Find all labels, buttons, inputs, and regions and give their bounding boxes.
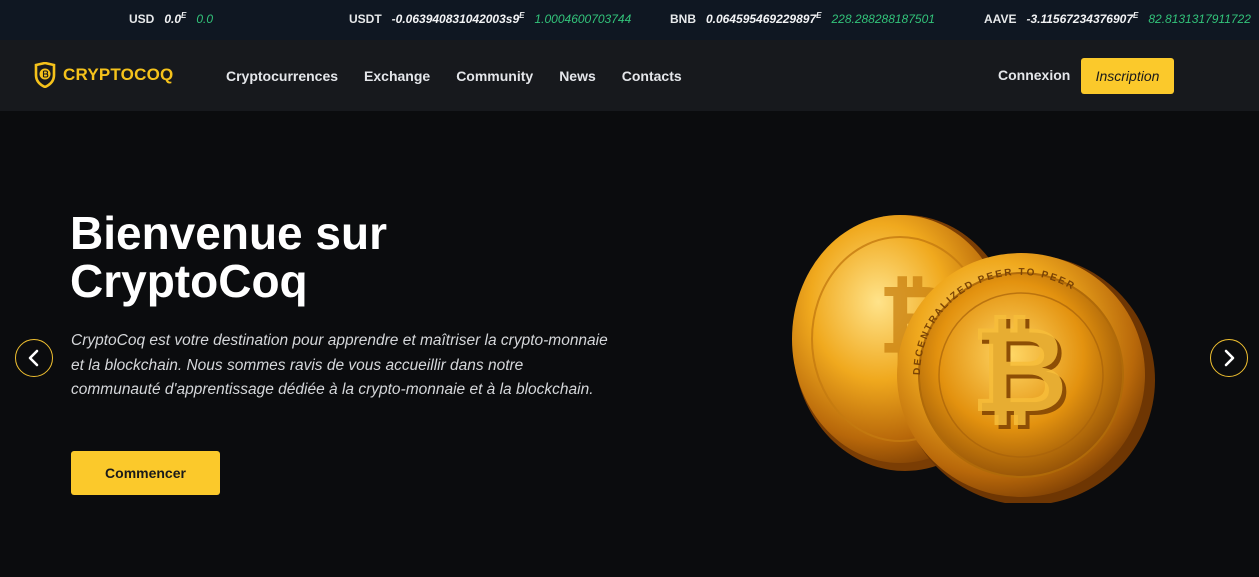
ticker-change: 228.288288187501	[831, 12, 935, 26]
ticker-item-usd: USD 0.0 E 0.0	[129, 11, 214, 26]
nav-link-news[interactable]: News	[559, 68, 596, 84]
ticker-change: 1.0004600703744	[534, 12, 632, 26]
main-nav: Cryptocurrences Exchange Community News …	[226, 68, 708, 84]
start-button[interactable]: Commencer	[71, 451, 220, 495]
ticker-symbol: AAVE	[984, 12, 1017, 26]
price-ticker: USD 0.0 E 0.0 USDT -0.063940831042003s9 …	[0, 0, 1259, 40]
ticker-symbol: USDT	[349, 12, 382, 26]
nav-link-community[interactable]: Community	[456, 68, 533, 84]
ticker-exponent: E	[816, 11, 822, 20]
ticker-price: 0.0	[164, 12, 182, 26]
signup-button[interactable]: Inscription	[1081, 58, 1174, 94]
ticker-exponent: E	[1133, 11, 1139, 20]
ticker-exponent: E	[181, 11, 187, 20]
navbar: CRYPTOCOQ Cryptocurrences Exchange Commu…	[0, 40, 1259, 111]
chevron-right-icon	[1224, 349, 1235, 367]
brand-logo[interactable]: CRYPTOCOQ	[33, 62, 173, 88]
hero-section: Bienvenue sur CryptoCoq CryptoCoq est vo…	[0, 111, 1259, 577]
bitcoin-coins-image: ₿ DECENTRALIZED PEER TO PEER ₿ ₿	[792, 215, 1155, 503]
ticker-item-aave: AAVE -3.11567234376907 E 82.813131791172…	[984, 11, 1251, 26]
carousel-next-button[interactable]	[1210, 339, 1248, 377]
ticker-change: 0.0	[196, 12, 214, 26]
shield-coin-icon	[34, 62, 56, 88]
hero-title: Bienvenue sur CryptoCoq	[70, 207, 387, 307]
ticker-exponent: E	[519, 11, 525, 20]
chevron-left-icon	[28, 349, 39, 367]
ticker-symbol: USD	[129, 12, 155, 26]
ticker-change: 82.8131317911722	[1148, 12, 1251, 26]
ticker-price: -3.11567234376907	[1026, 12, 1133, 26]
nav-link-exchange[interactable]: Exchange	[364, 68, 430, 84]
brand-name: CRYPTOCOQ	[63, 65, 174, 84]
nav-link-cryptocurrences[interactable]: Cryptocurrences	[226, 68, 338, 84]
svg-text:₿: ₿	[970, 303, 1068, 437]
carousel-prev-button[interactable]	[15, 339, 53, 377]
ticker-item-bnb: BNB 0.064595469229897 E 228.288288187501	[670, 11, 935, 26]
ticker-price: 0.064595469229897	[706, 12, 817, 26]
nav-link-contacts[interactable]: Contacts	[622, 68, 682, 84]
ticker-symbol: BNB	[670, 12, 696, 26]
ticker-item-usdt: USDT -0.063940831042003s9 E 1.0004600703…	[349, 11, 632, 26]
login-link[interactable]: Connexion	[998, 67, 1070, 83]
ticker-price: -0.063940831042003s9	[391, 12, 520, 26]
hero-description: CryptoCoq est votre destination pour app…	[71, 332, 608, 398]
